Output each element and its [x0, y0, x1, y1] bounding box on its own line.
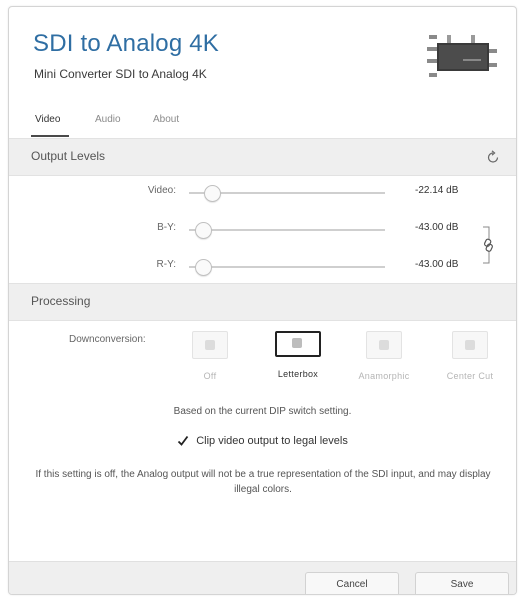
slider-label-video: Video:: [147, 185, 176, 196]
dip-switch-note: Based on the current DIP switch setting.: [173, 406, 352, 417]
downconversion-option-off[interactable]: Off: [171, 331, 249, 391]
downconversion-option-letterbox[interactable]: Letterbox: [259, 331, 337, 391]
letterbox-preview-icon: [275, 331, 321, 357]
page-title: SDI to Analog 4K: [33, 30, 219, 57]
tab-bar: Video Audio About: [9, 107, 516, 137]
footer-bar: Cancel Save: [9, 561, 516, 594]
option-label: Letterbox: [277, 369, 319, 379]
option-label: Off: [203, 371, 217, 381]
slider-track-by[interactable]: [189, 222, 385, 239]
slider-track-video[interactable]: [189, 185, 385, 202]
device-image-icon: [427, 35, 497, 77]
downconversion-option-anamorphic[interactable]: Anamorphic: [345, 331, 423, 391]
header: SDI to Analog 4K Mini Converter SDI to A…: [9, 7, 516, 107]
anamorphic-preview-icon: [366, 331, 402, 359]
chain-link-icon[interactable]: [481, 225, 493, 265]
save-button[interactable]: Save: [415, 572, 509, 594]
checkmark-icon[interactable]: [177, 435, 189, 447]
slider-thumb-video[interactable]: [204, 185, 221, 202]
slider-row-video: Video: -22.14 dB: [9, 181, 516, 205]
cancel-button[interactable]: Cancel: [305, 572, 399, 594]
tab-video[interactable]: Video: [35, 114, 60, 125]
slider-track-ry[interactable]: [189, 259, 385, 276]
processing-title: Processing: [31, 294, 91, 308]
clip-legal-levels-label[interactable]: Clip video output to legal levels: [196, 435, 348, 447]
slider-thumb-by[interactable]: [195, 222, 212, 239]
output-levels-header: Output Levels: [9, 138, 516, 176]
center-cut-preview-icon: [452, 331, 488, 359]
slider-thumb-ry[interactable]: [195, 259, 212, 276]
slider-label-by: B-Y:: [157, 222, 176, 233]
output-levels-title: Output Levels: [31, 149, 106, 163]
settings-window: SDI to Analog 4K Mini Converter SDI to A…: [8, 6, 517, 595]
option-label: Anamorphic: [358, 371, 410, 381]
page-subtitle: Mini Converter SDI to Analog 4K: [34, 67, 207, 81]
slider-row-ry: R-Y: -43.00 dB: [9, 255, 516, 279]
downconversion-label: Downconversion:: [69, 334, 146, 345]
tab-audio[interactable]: Audio: [95, 114, 121, 125]
downconversion-option-center-cut[interactable]: Center Cut: [431, 331, 509, 391]
clip-legal-levels-row: Clip video output to legal levels: [9, 435, 516, 447]
slider-value-video: -22.14 dB: [415, 185, 459, 196]
tab-about[interactable]: About: [153, 114, 179, 125]
slider-label-ry: R-Y:: [156, 259, 176, 270]
off-preview-icon: [192, 331, 228, 359]
active-tab-indicator: [31, 135, 69, 137]
processing-header: Processing: [9, 283, 516, 321]
slider-value-by: -43.00 dB: [415, 222, 459, 233]
illegal-colors-warning: If this setting is off, the Analog outpu…: [35, 469, 491, 495]
reset-icon[interactable]: [484, 148, 502, 166]
option-label: Center Cut: [446, 371, 494, 381]
slider-row-by: B-Y: -43.00 dB: [9, 218, 516, 242]
slider-value-ry: -43.00 dB: [415, 259, 459, 270]
